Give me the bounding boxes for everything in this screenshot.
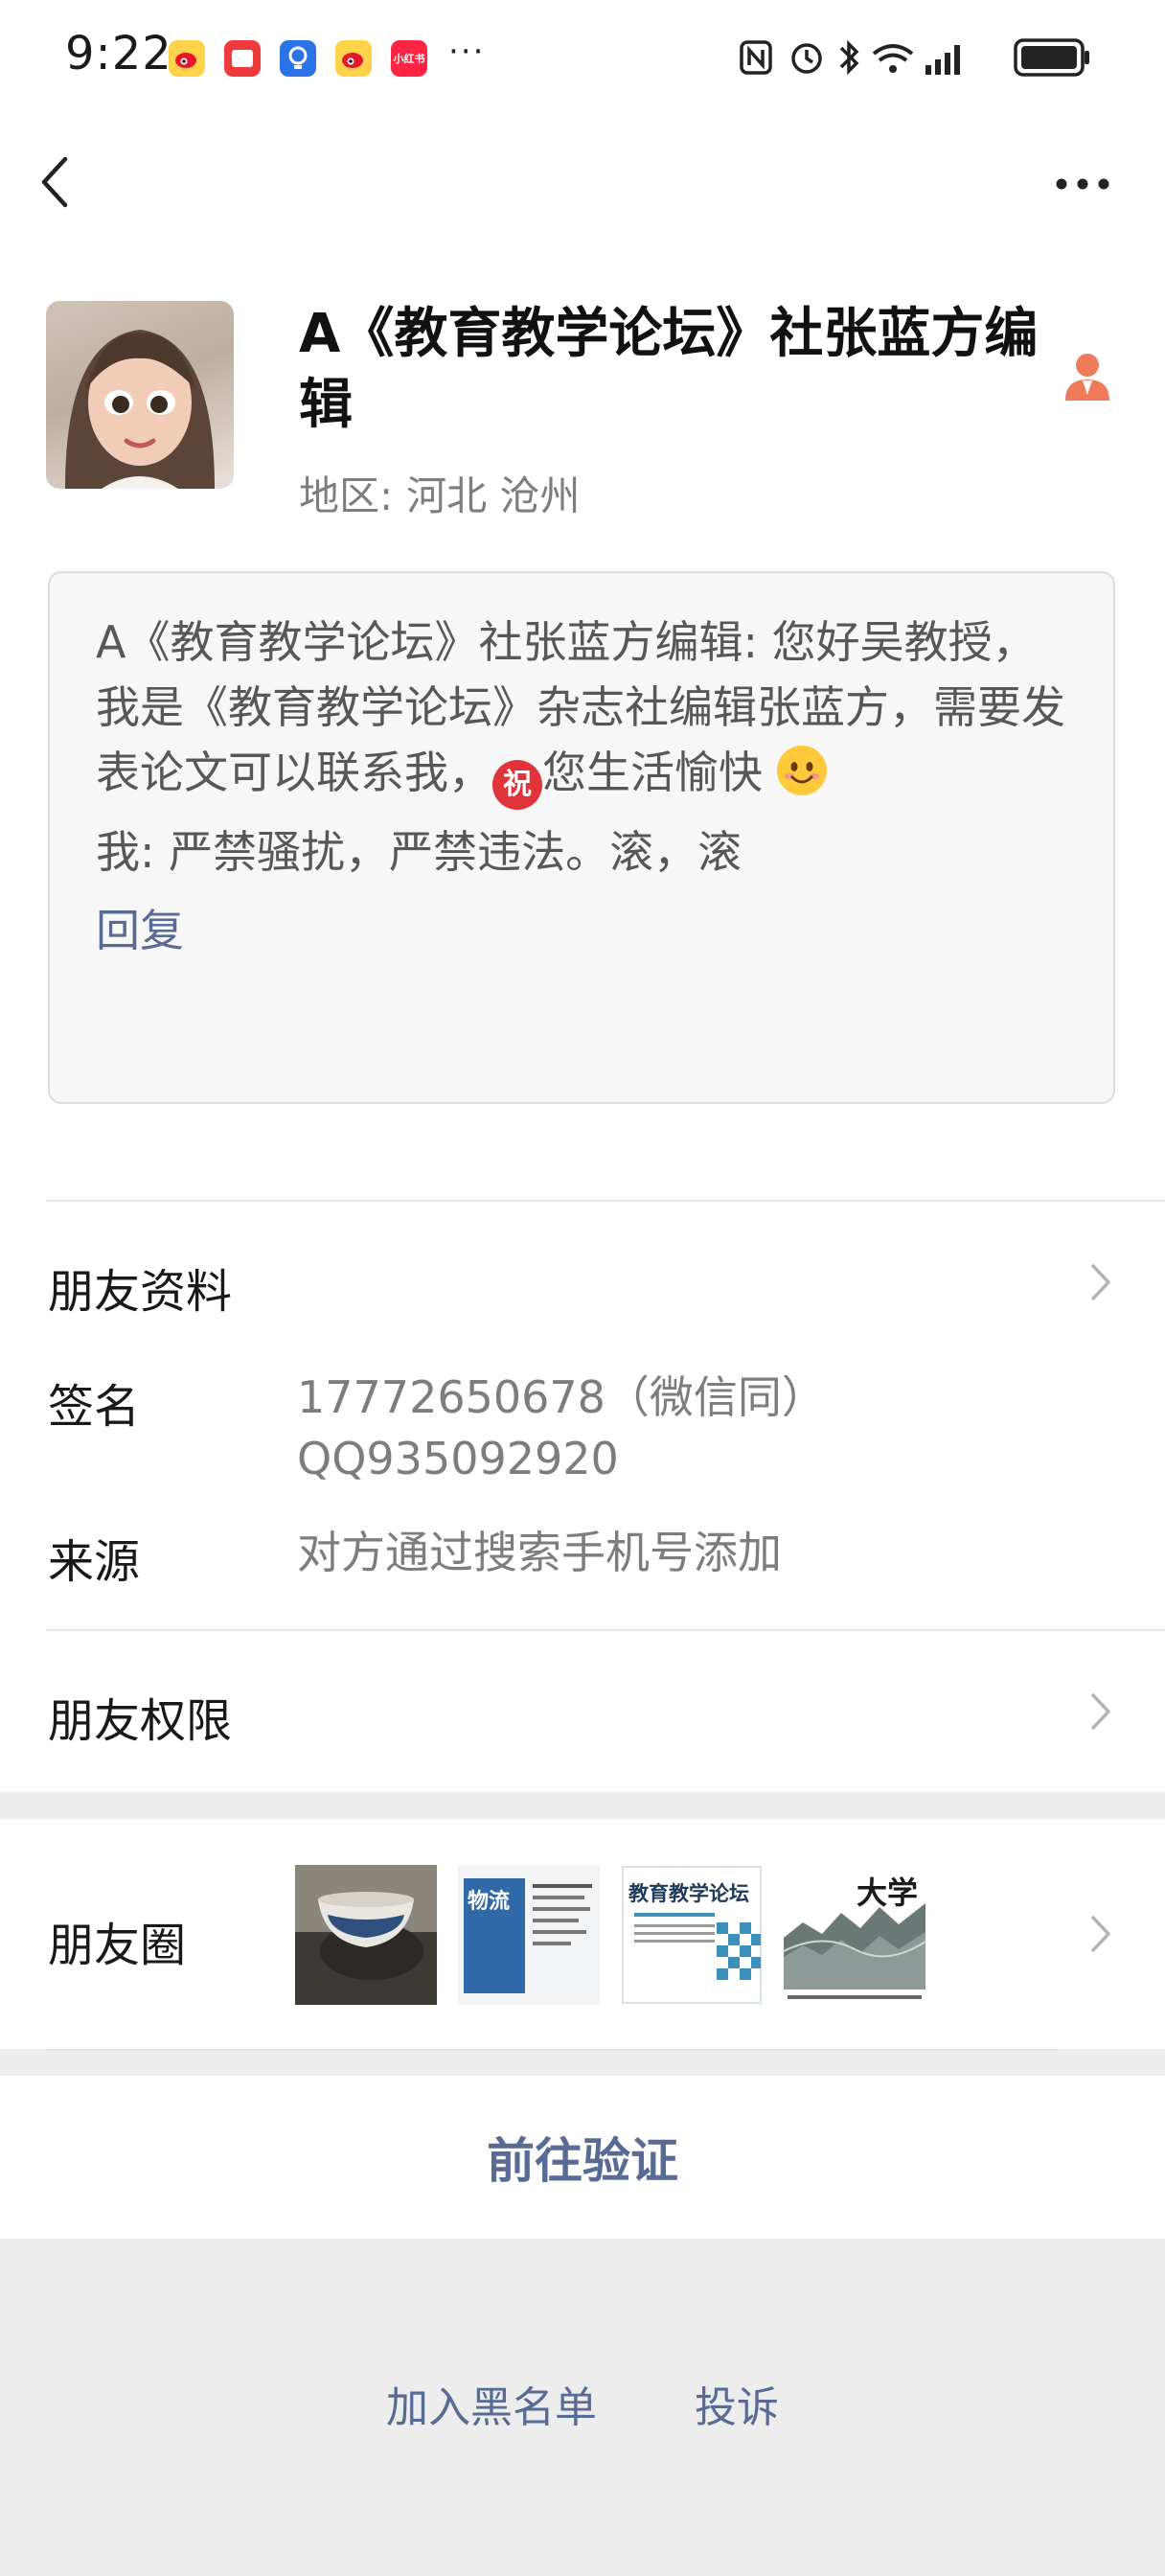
chevron-right-icon bbox=[1091, 1264, 1110, 1300]
signature-line-2: QQ935092920 bbox=[297, 1433, 619, 1484]
reply-button[interactable]: 回复 bbox=[96, 898, 1067, 963]
chevron-right-icon bbox=[1091, 1916, 1110, 1952]
region: 地区: 河北 沧州 bbox=[299, 464, 581, 522]
zhu-emoji-icon: 祝 bbox=[492, 760, 542, 810]
thumbnail-3-title: 教育教学论坛 bbox=[628, 1882, 749, 1905]
moments-thumbnail-2[interactable]: 物流 bbox=[458, 1865, 600, 2005]
moments-thumbnail-4[interactable]: 大学 bbox=[784, 1865, 925, 2005]
moments-thumbnail-1[interactable] bbox=[295, 1865, 437, 2005]
verify-button[interactable]: 前往验证 bbox=[0, 2076, 1165, 2239]
chevron-right-icon bbox=[1091, 1693, 1110, 1730]
smile-emoji-icon bbox=[776, 746, 827, 795]
signature-label: 签名 bbox=[48, 1380, 141, 1434]
status-time: 9:22 bbox=[65, 27, 172, 80]
moments-thumbnail-3[interactable]: 教育教学论坛 bbox=[621, 1865, 763, 2005]
moments-label: 朋友圈 bbox=[48, 1919, 187, 1972]
request-message-text-after: 您生活愉快 bbox=[542, 747, 763, 798]
source-value: 对方通过搜索手机号添加 bbox=[297, 1527, 782, 1578]
add-to-blacklist-link[interactable]: 加入黑名单 bbox=[386, 2383, 597, 2432]
friend-request-message-box: A《教育教学论坛》社张蓝方编辑: 您好吴教授，我是《教育教学论坛》杂志社编辑张蓝… bbox=[48, 571, 1115, 1104]
verify-label: 前往验证 bbox=[487, 2133, 678, 2189]
signature-line-1: 17772650678（微信同） bbox=[297, 1371, 826, 1423]
person-icon bbox=[1065, 354, 1109, 401]
region-label: 地区: bbox=[299, 472, 394, 519]
mail-app-icon bbox=[224, 40, 261, 77]
thumbnail-4-title: 大学 bbox=[857, 1874, 919, 1911]
status-more: ··· bbox=[448, 33, 486, 71]
more-options-button[interactable] bbox=[1054, 172, 1111, 196]
my-reply-message: 我: 严禁骚扰，严禁违法。滚，滚 bbox=[96, 826, 742, 878]
contact-nickname: A《教育教学论坛》社张蓝方编辑 bbox=[299, 303, 1039, 436]
friend-permissions-label: 朋友权限 bbox=[48, 1694, 233, 1748]
avatar[interactable] bbox=[46, 301, 234, 489]
divider bbox=[46, 2049, 1058, 2051]
region-value: 河北 沧州 bbox=[406, 472, 581, 519]
signature-value: 17772650678（微信同） QQ935092920 bbox=[297, 1367, 826, 1489]
source-label: 来源 bbox=[48, 1535, 141, 1589]
xiaohongshu-app-icon: 小红书 bbox=[391, 40, 427, 77]
section-gap bbox=[0, 1792, 1165, 1819]
back-button[interactable] bbox=[34, 153, 82, 211]
divider bbox=[46, 1629, 1165, 1631]
request-message: A《教育教学论坛》社张蓝方编辑: 您好吴教授，我是《教育教学论坛》杂志社编辑张蓝… bbox=[96, 610, 1067, 810]
bottom-links: 加入黑名单 投诉 bbox=[0, 2373, 1165, 2434]
friend-profile-label: 朋友资料 bbox=[48, 1265, 233, 1319]
weibo-app-icon-2 bbox=[335, 40, 372, 77]
weibo-app-icon bbox=[169, 40, 205, 77]
status-system-icons bbox=[740, 38, 1089, 77]
divider bbox=[46, 1200, 1165, 1202]
report-link[interactable]: 投诉 bbox=[695, 2383, 779, 2432]
bulb-app-icon bbox=[280, 40, 316, 77]
thumbnail-2-title: 物流 bbox=[468, 1890, 511, 1914]
